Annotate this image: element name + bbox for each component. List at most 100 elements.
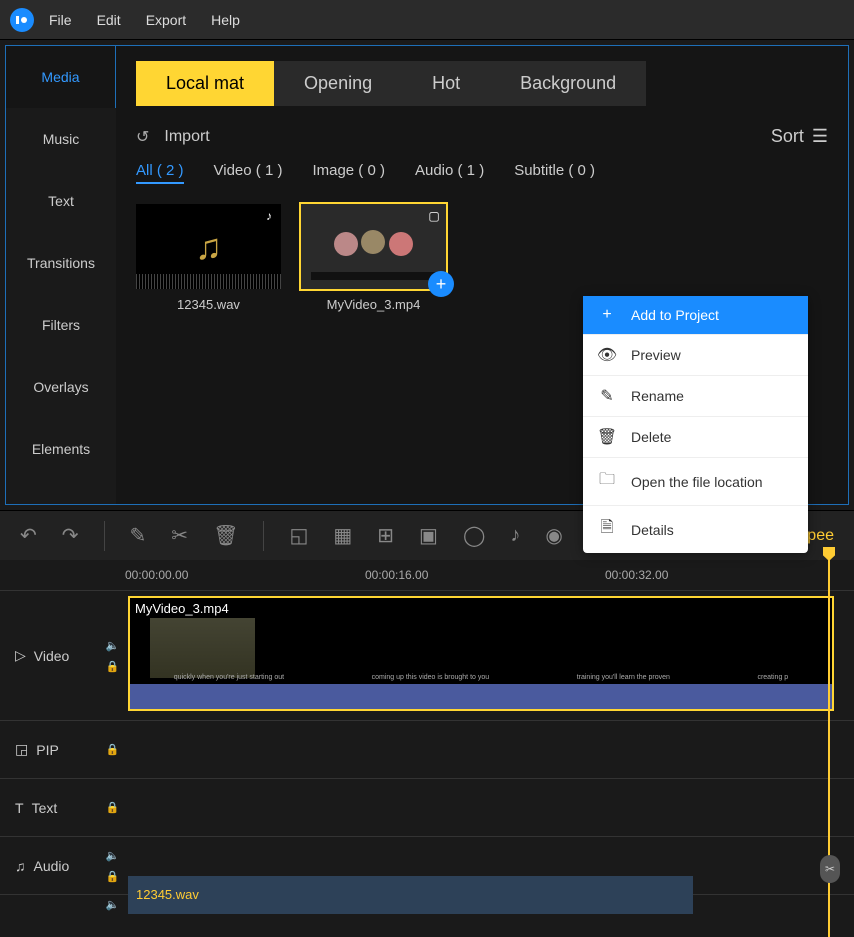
lock-icon[interactable]: 🔒: [106, 743, 120, 756]
clip-audio-lane: [130, 684, 832, 709]
video-track-icon: ▷: [15, 647, 26, 664]
tab-hot[interactable]: Hot: [402, 61, 490, 106]
main-panel: Local mat Opening Hot Background ↺ Impor…: [116, 46, 848, 504]
ctx-delete[interactable]: 🗑 Delete: [583, 417, 808, 458]
freeze-icon[interactable]: ▣: [419, 523, 438, 548]
circle-icon[interactable]: ◯: [463, 523, 485, 548]
media-label: MyVideo_3.mp4: [301, 297, 446, 312]
mosaic-icon[interactable]: ▦: [333, 523, 352, 548]
tracks: ▷ Video 🔈 🔒 MyVideo_3.mp4 quickly when y…: [0, 590, 854, 914]
media-label: 12345.wav: [136, 297, 281, 312]
top-panel: Media Music Text Transitions Filters Ove…: [5, 45, 849, 505]
app-logo[interactable]: [10, 8, 34, 32]
time-tick: 00:00:00.00: [125, 568, 188, 582]
audio-icon[interactable]: ♪: [510, 524, 520, 547]
ctx-label: Details: [631, 522, 674, 538]
track-label: Text: [32, 800, 58, 816]
audio-track-icon: ♫: [15, 858, 26, 874]
track-text: T Text 🔒: [0, 778, 854, 836]
sidebar-item-media[interactable]: Media: [6, 46, 116, 108]
undo-icon[interactable]: ↶: [20, 523, 37, 548]
menu-help[interactable]: Help: [211, 12, 240, 28]
ctx-open-location[interactable]: 🗀 Open the file location: [583, 458, 808, 506]
sidebar-item-music[interactable]: Music: [6, 108, 116, 170]
folder-icon: 🗀: [598, 468, 616, 495]
track-label: Video: [34, 648, 70, 664]
sort-button[interactable]: Sort ☰: [771, 126, 828, 147]
tab-opening[interactable]: Opening: [274, 61, 402, 106]
sidebar-item-overlays[interactable]: Overlays: [6, 356, 116, 418]
mute-icon[interactable]: 🔈: [106, 639, 120, 652]
menu-file[interactable]: File: [49, 12, 72, 28]
track-pip: ◲ PIP 🔒: [0, 720, 854, 778]
pencil-icon[interactable]: ✎: [130, 523, 147, 548]
ctx-details[interactable]: 🗎 Details: [583, 506, 808, 553]
import-button[interactable]: Import: [164, 128, 209, 146]
mute-icon[interactable]: 🔈: [106, 898, 120, 911]
sidebar-item-filters[interactable]: Filters: [6, 294, 116, 356]
track-video: ▷ Video 🔈 🔒 MyVideo_3.mp4 quickly when y…: [0, 590, 854, 720]
sidebar-item-elements[interactable]: Elements: [6, 418, 116, 480]
tab-local[interactable]: Local mat: [136, 61, 274, 106]
layout-icon[interactable]: ⊞: [377, 523, 394, 548]
filter-subtitle[interactable]: Subtitle ( 0 ): [514, 162, 595, 184]
context-menu: + Add to Project 👁 Preview ✎ Rename 🗑 De…: [583, 296, 808, 553]
mute-icon[interactable]: 🔈: [106, 849, 120, 862]
filter-audio[interactable]: Audio ( 1 ): [415, 162, 484, 184]
ctx-label: Add to Project: [631, 307, 719, 323]
scissors-icon[interactable]: ✂: [171, 523, 188, 548]
time-ruler[interactable]: 00:00:00.00 00:00:16.00 00:00:32.00: [125, 560, 854, 590]
sidebar-item-text[interactable]: Text: [6, 170, 116, 232]
track-content[interactable]: MyVideo_3.mp4 quickly when you're just s…: [125, 591, 854, 720]
track-label: PIP: [36, 742, 59, 758]
ctx-add-to-project[interactable]: + Add to Project: [583, 296, 808, 335]
pencil-icon: ✎: [598, 386, 616, 406]
music-note-icon: ♫: [195, 226, 222, 268]
tab-background[interactable]: Background: [490, 61, 646, 106]
ctx-rename[interactable]: ✎ Rename: [583, 376, 808, 417]
timeline: 00:00:00.00 00:00:16.00 00:00:32.00 ▷ Vi…: [0, 560, 854, 914]
media-item-video[interactable]: ▢ + MyVideo_3.mp4: [301, 204, 446, 312]
filter-video[interactable]: Video ( 1 ): [214, 162, 283, 184]
time-tick: 00:00:32.00: [605, 568, 668, 582]
ctx-preview[interactable]: 👁 Preview: [583, 335, 808, 376]
ctx-label: Delete: [631, 429, 671, 445]
menu-export[interactable]: Export: [146, 12, 186, 28]
video-badge-icon: ▢: [427, 209, 441, 223]
caption: coming up this video is brought to you: [372, 674, 490, 681]
caption: creating p: [757, 674, 788, 681]
ctx-label: Preview: [631, 347, 681, 363]
sort-label: Sort: [771, 126, 804, 147]
track-header: T Text: [0, 800, 100, 816]
track-controls: 🔈 🔒: [100, 639, 125, 673]
sidebar: Media Music Text Transitions Filters Ove…: [6, 46, 116, 504]
details-icon: 🗎: [598, 516, 616, 543]
media-item-audio[interactable]: ♫ ♪ 12345.wav: [136, 204, 281, 312]
split-button[interactable]: ✂: [820, 855, 840, 883]
clip-label: MyVideo_3.mp4: [135, 601, 229, 616]
menu-edit[interactable]: Edit: [97, 12, 121, 28]
waveform-icon: [136, 274, 281, 289]
plus-icon: +: [598, 306, 616, 324]
audio-badge-icon: ♪: [262, 209, 276, 223]
sidebar-item-transitions[interactable]: Transitions: [6, 232, 116, 294]
audio-clip[interactable]: 12345.wav: [128, 876, 693, 914]
add-to-project-icon[interactable]: +: [428, 271, 454, 297]
record-icon[interactable]: ◉: [545, 523, 562, 548]
lock-icon[interactable]: 🔒: [106, 870, 120, 883]
refresh-icon[interactable]: ↺: [136, 127, 149, 147]
trash-icon[interactable]: 🗑: [213, 523, 238, 548]
caption: quickly when you're just starting out: [174, 674, 284, 681]
filter-all[interactable]: All ( 2 ): [136, 162, 184, 184]
lock-icon[interactable]: 🔒: [106, 660, 120, 673]
filter-image[interactable]: Image ( 0 ): [312, 162, 385, 184]
redo-icon[interactable]: ↷: [62, 523, 79, 548]
separator: [104, 521, 105, 551]
video-clip[interactable]: MyVideo_3.mp4 quickly when you're just s…: [128, 596, 834, 711]
trash-icon: 🗑: [598, 427, 616, 447]
track-header: ◲ PIP: [0, 741, 100, 758]
lock-icon[interactable]: 🔒: [106, 801, 120, 814]
list-icon: ☰: [812, 126, 828, 147]
time-tick: 00:00:16.00: [365, 568, 428, 582]
crop-icon[interactable]: ◱: [289, 523, 308, 548]
